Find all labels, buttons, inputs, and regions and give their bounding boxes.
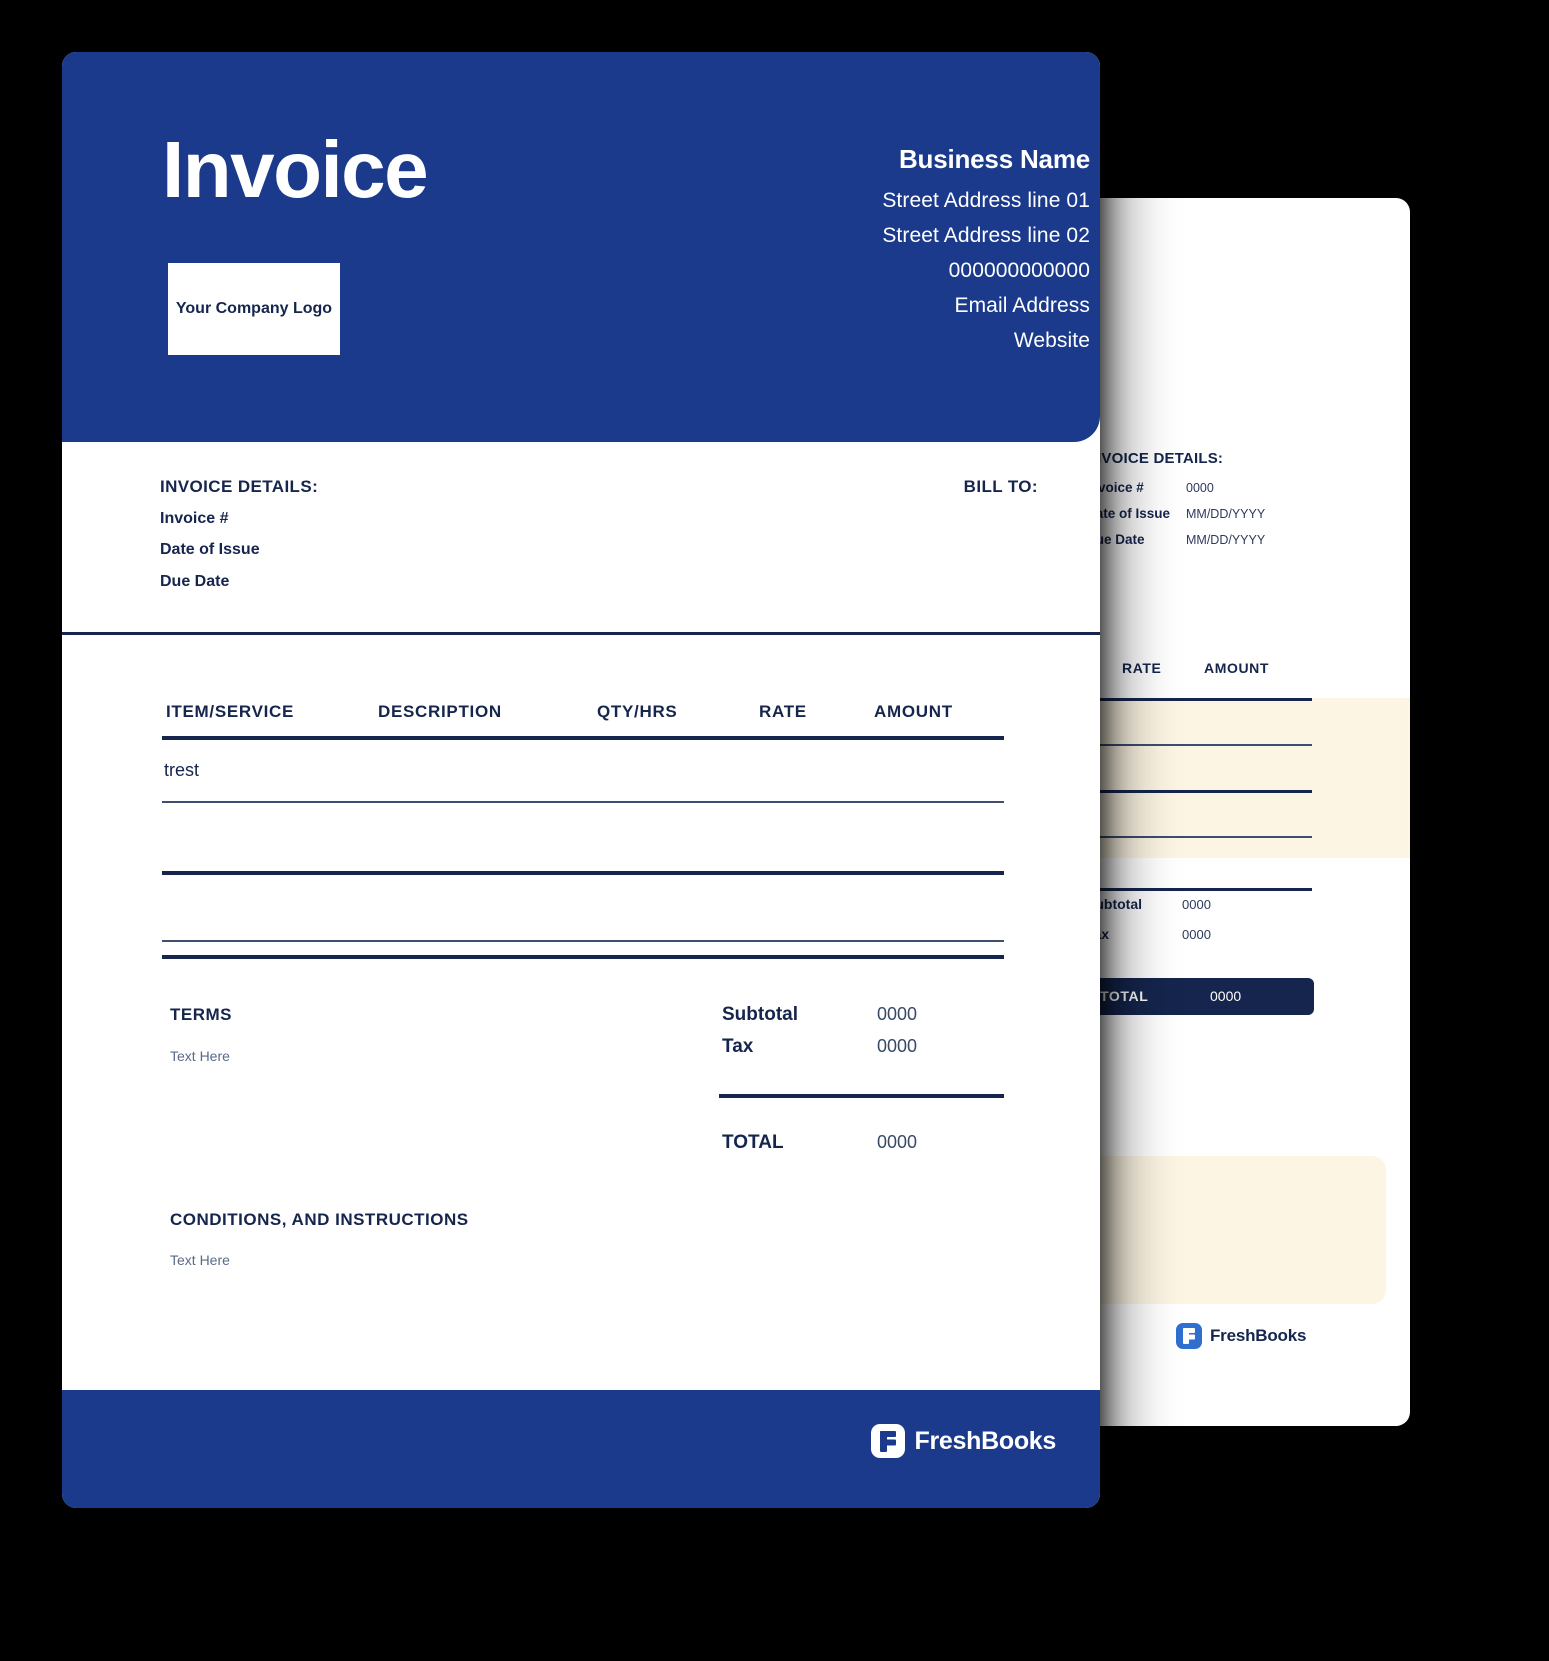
company-logo-placeholder[interactable]: Your Company Logo	[168, 263, 340, 355]
company-logo-label: Your Company Logo	[175, 300, 333, 318]
freshbooks-f-icon	[1176, 1323, 1202, 1349]
date-of-issue-label: Date of Issue	[160, 541, 260, 558]
total-value: 0000	[877, 1132, 918, 1152]
back-detail-value: 0000	[1186, 481, 1214, 495]
summary-divider	[719, 1094, 1004, 1098]
back-invoice-details-title: INVOICE DETAILS:	[1086, 450, 1224, 467]
subtotal-value: 0000	[877, 1004, 918, 1024]
back-detail-row-due-date: Due Date MM/DD/YYYY	[1086, 532, 1265, 547]
invoice-details-title: INVOICE DETAILS:	[160, 477, 319, 496]
back-table-highlight-zone	[1086, 698, 1410, 858]
back-tax-label: Tax	[1086, 926, 1182, 942]
screenshot-stage: INVOICE DETAILS: Invoice # 0000 Date of I…	[0, 0, 1549, 1661]
business-phone: 000000000000	[948, 259, 1090, 282]
back-detail-row-date-of-issue: Date of Issue MM/DD/YYYY	[1086, 506, 1265, 521]
tax-value: 0000	[877, 1036, 918, 1056]
back-summary-divider	[1086, 888, 1312, 891]
back-detail-label: Invoice #	[1086, 480, 1144, 495]
column-header-description: DESCRIPTION	[378, 702, 502, 721]
business-info-block: Business Name Street Address line 01 Str…	[490, 144, 1096, 364]
back-tax-row: Tax0000	[1086, 926, 1211, 942]
back-detail-value: MM/DD/YYYY	[1186, 533, 1266, 547]
column-header-amount: AMOUNT	[874, 702, 953, 721]
subtotal-label: Subtotal	[722, 1004, 798, 1025]
total-label: TOTAL	[722, 1132, 784, 1153]
bill-to-title: BILL TO:	[963, 477, 1038, 496]
back-detail-row-invoice-number: Invoice # 0000	[1086, 480, 1214, 495]
back-detail-label: Due Date	[1086, 532, 1145, 547]
terms-title: TERMS	[170, 1005, 232, 1024]
conditions-title: CONDITIONS, AND INSTRUCTIONS	[170, 1210, 469, 1229]
conditions-text[interactable]: Text Here	[170, 1252, 230, 1268]
column-header-rate: RATE	[759, 702, 807, 721]
table-row-divider	[162, 736, 1004, 740]
table-row-divider	[162, 871, 1004, 875]
business-address-line-1: Street Address line 01	[882, 189, 1090, 212]
back-freshbooks-wordmark: FreshBooks	[1210, 1326, 1307, 1345]
tax-label: Tax	[722, 1036, 754, 1057]
freshbooks-wordmark: FreshBooks	[914, 1426, 1057, 1455]
back-subtotal-value: 0000	[1182, 897, 1211, 912]
back-total-value: 0000	[1210, 988, 1242, 1004]
back-table-divider	[1086, 836, 1312, 838]
back-column-header-rate: RATE	[1122, 660, 1162, 676]
due-date-label: Due Date	[160, 573, 230, 590]
invoice-header-banner: Invoice Your Company Logo Business Name …	[62, 52, 1100, 442]
back-table-divider	[1086, 744, 1312, 746]
back-table-divider	[1086, 790, 1312, 793]
back-detail-label: Date of Issue	[1086, 506, 1171, 521]
table-row-divider	[162, 940, 1004, 943]
back-table-divider	[1086, 698, 1312, 701]
terms-text[interactable]: Text Here	[170, 1048, 230, 1064]
table-row-item-value[interactable]: trest	[164, 760, 199, 781]
business-address-line-2: Street Address line 02	[882, 224, 1090, 247]
business-email: Email Address	[954, 294, 1090, 317]
back-tax-value: 0000	[1182, 927, 1211, 942]
back-notes-highlight-box	[1086, 1156, 1386, 1304]
back-detail-value: MM/DD/YYYY	[1186, 507, 1266, 521]
front-invoice-card[interactable]: Invoice Your Company Logo Business Name …	[62, 52, 1100, 1508]
invoice-number-label: Invoice #	[160, 510, 229, 527]
back-column-header-amount: AMOUNT	[1204, 660, 1270, 676]
column-header-item-service: ITEM/SERVICE	[166, 702, 295, 721]
back-freshbooks-logo[interactable]: FreshBooks	[1176, 1323, 1306, 1349]
business-website: Website	[1013, 329, 1090, 352]
freshbooks-logo[interactable]: FreshBooks	[870, 1424, 1057, 1458]
table-row-divider	[162, 955, 1004, 959]
page-title: Invoice	[162, 125, 429, 214]
column-header-qty-hrs: QTY/HRS	[597, 702, 678, 721]
back-subtotal-label: Subtotal	[1086, 896, 1142, 912]
invoice-footer-bar: FreshBooks	[62, 1390, 1100, 1508]
back-subtotal-row: Subtotal 0000	[1086, 896, 1211, 912]
back-total-label: TOTAL	[1100, 988, 1149, 1004]
back-total-bar: TOTAL 0000	[1078, 978, 1314, 1015]
business-name: Business Name	[898, 144, 1090, 174]
table-row-divider	[162, 801, 1004, 804]
section-divider	[62, 632, 1100, 635]
freshbooks-f-icon	[870, 1424, 905, 1458]
